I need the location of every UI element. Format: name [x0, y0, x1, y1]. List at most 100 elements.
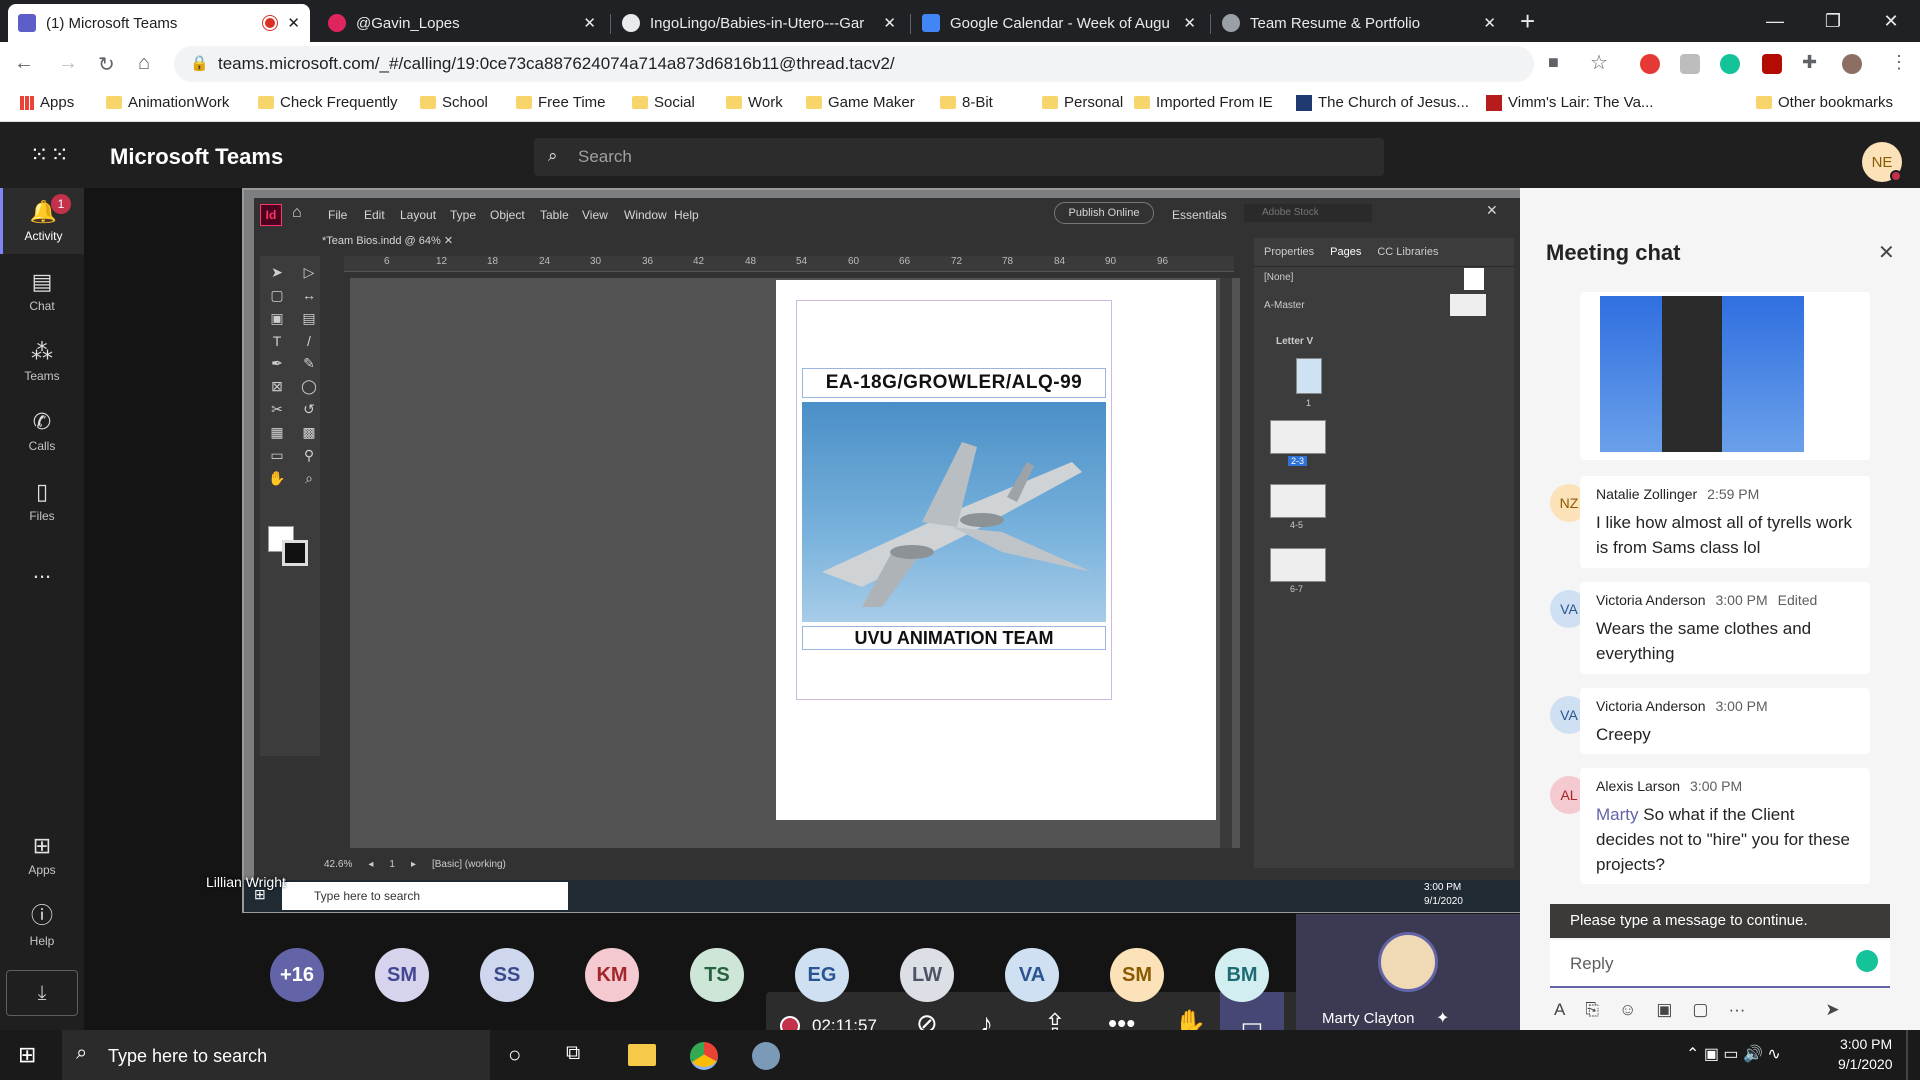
hand-tool-icon[interactable]: ✋: [264, 470, 290, 487]
extensions-puzzle-icon[interactable]: ✚: [1802, 52, 1817, 73]
rail-teams[interactable]: ⁂ Teams: [0, 328, 84, 394]
bookmark-folder[interactable]: AnimationWork: [106, 94, 229, 111]
bookmark-folder[interactable]: Imported From IE: [1134, 94, 1273, 111]
send-icon[interactable]: ➤: [1825, 1000, 1839, 1024]
acrobat-icon[interactable]: [1762, 54, 1782, 74]
chrome-icon[interactable]: [690, 1042, 718, 1070]
rail-more[interactable]: ...: [0, 538, 84, 604]
menu-dots-icon[interactable]: ⋮: [1890, 52, 1908, 73]
bookmark-folder[interactable]: Check Frequently: [258, 94, 398, 111]
participant-avatar[interactable]: VA: [1005, 948, 1059, 1002]
bookmark-folder[interactable]: Social: [632, 94, 695, 111]
type-tool-icon[interactable]: T: [264, 333, 290, 349]
emoji-icon[interactable]: ☺: [1619, 1000, 1636, 1024]
bookmark-folder[interactable]: Free Time: [516, 94, 606, 111]
close-tab-icon[interactable]: ✕: [287, 14, 300, 32]
direct-select-tool-icon[interactable]: ▷: [296, 264, 322, 281]
master-none[interactable]: [None]: [1264, 272, 1293, 283]
format-icon[interactable]: A: [1554, 1000, 1565, 1024]
pinned-app-icon[interactable]: [752, 1042, 780, 1070]
tab-cc-libraries[interactable]: CC Libraries: [1377, 246, 1438, 258]
spread-thumb[interactable]: [1270, 484, 1326, 518]
reply-input[interactable]: Reply: [1550, 940, 1890, 988]
clock-time[interactable]: 3:00 PM: [1840, 1036, 1892, 1052]
profile-avatar[interactable]: [1842, 54, 1862, 74]
spread-thumb[interactable]: [1270, 548, 1326, 582]
tab-github[interactable]: IngoLingo/Babies-in-Utero---Gar ✕: [612, 4, 906, 42]
tab-calendar[interactable]: Google Calendar - Week of Augu ✕: [912, 4, 1206, 42]
page-size-label[interactable]: Letter V: [1276, 336, 1313, 347]
tray-icons[interactable]: ⌃ ▣ ▭ 🔊 ∿: [1686, 1044, 1781, 1064]
menu-view[interactable]: View: [582, 208, 608, 222]
chat-message[interactable]: Alexis Larson 3:00 PM Marty So what if th…: [1580, 768, 1870, 884]
chat-message[interactable]: Natalie Zollinger 2:59 PM I like how almo…: [1580, 476, 1870, 568]
page-footer-frame[interactable]: UVU ANIMATION TEAM: [802, 626, 1106, 650]
download-app-icon[interactable]: ⤓: [6, 970, 78, 1016]
page-title-frame[interactable]: EA-18G/GROWLER/ALQ-99: [802, 368, 1106, 398]
close-tab-icon[interactable]: ✕: [1483, 14, 1496, 32]
close-icon[interactable]: ✕: [1878, 240, 1895, 265]
gif-icon[interactable]: ▣: [1656, 1000, 1672, 1024]
content-collector-icon[interactable]: ▣: [264, 310, 290, 327]
participant-avatar[interactable]: SS: [480, 948, 534, 1002]
forward-icon[interactable]: →: [58, 52, 78, 75]
show-desktop-button[interactable]: [1906, 1030, 1908, 1080]
extension-icon[interactable]: [1680, 54, 1700, 74]
chat-message[interactable]: Victoria Anderson 3:00 PM Edited Wears the…: [1580, 582, 1870, 674]
participant-avatar[interactable]: KM: [585, 948, 639, 1002]
rail-help[interactable]: ⓘ Help: [0, 890, 84, 956]
close-window-icon[interactable]: ✕: [1862, 0, 1920, 42]
rail-files[interactable]: ▯ Files: [0, 468, 84, 534]
pencil-tool-icon[interactable]: ✎: [296, 355, 322, 372]
page-thumb[interactable]: [1296, 358, 1322, 394]
bookmark-other[interactable]: Other bookmarks: [1756, 94, 1893, 111]
participant-avatar[interactable]: TS: [690, 948, 744, 1002]
home-icon[interactable]: ⌂: [138, 52, 150, 75]
bookmark-folder[interactable]: Personal: [1042, 94, 1123, 111]
home-icon[interactable]: ⌂: [292, 204, 302, 222]
self-view-tile[interactable]: Marty Clayton ✦: [1296, 914, 1520, 1030]
document-tab[interactable]: *Team Bios.indd @ 64% ✕: [322, 234, 472, 256]
mention-link[interactable]: Marty: [1596, 805, 1639, 824]
eyedropper-tool-icon[interactable]: ⚲: [296, 447, 322, 464]
participant-avatar[interactable]: EG: [795, 948, 849, 1002]
zoom-tool-icon[interactable]: ⌕: [296, 470, 322, 487]
grammarly-icon[interactable]: [1856, 950, 1878, 972]
page-nav-next-icon[interactable]: ▸: [411, 859, 416, 870]
stroke-swatch[interactable]: [282, 540, 308, 566]
participant-overflow[interactable]: +16: [270, 948, 324, 1002]
bookmark-link[interactable]: The Church of Jesus...: [1296, 94, 1469, 111]
participant-avatar[interactable]: LW: [900, 948, 954, 1002]
close-tab-icon[interactable]: ✕: [1183, 14, 1196, 32]
pen-tool-icon[interactable]: ✒: [264, 355, 290, 372]
preflight-status[interactable]: [Basic] (working): [432, 859, 506, 870]
tab-pages[interactable]: Pages: [1330, 246, 1361, 258]
gap-tool-icon[interactable]: ↔: [296, 287, 322, 304]
bookmark-folder[interactable]: 8-Bit: [940, 94, 993, 111]
bookmark-star-icon[interactable]: ☆: [1590, 50, 1608, 75]
menu-type[interactable]: Type: [450, 208, 476, 222]
spread-thumb[interactable]: [1270, 420, 1326, 454]
workspace-select[interactable]: Essentials: [1172, 208, 1227, 222]
image-message[interactable]: [1580, 292, 1870, 460]
tab-twitter[interactable]: @Gavin_Lopes ✕: [318, 4, 606, 42]
windows-start-icon[interactable]: ⊞: [18, 1042, 36, 1068]
participant-avatar[interactable]: SM: [375, 948, 429, 1002]
selection-tool-icon[interactable]: ➤: [264, 264, 290, 281]
restore-icon[interactable]: ❐: [1804, 0, 1862, 42]
page-nav-icon[interactable]: ◂: [368, 859, 373, 870]
scissors-tool-icon[interactable]: ✂: [264, 401, 290, 418]
bookmark-folder[interactable]: Work: [726, 94, 783, 111]
rail-activity[interactable]: 🔔 Activity 1: [0, 188, 84, 254]
line-tool-icon[interactable]: /: [296, 333, 322, 349]
rail-apps[interactable]: ⊞ Apps: [0, 822, 84, 888]
bookmark-link[interactable]: Vimm's Lair: The Va...: [1486, 94, 1653, 111]
more-options-icon[interactable]: ···: [1728, 1000, 1745, 1024]
attach-icon[interactable]: ⎘: [1585, 1000, 1599, 1024]
camera-icon[interactable]: ■: [1548, 52, 1559, 73]
app-launcher-icon[interactable]: ⁙⁙: [30, 142, 71, 168]
chat-message[interactable]: Victoria Anderson 3:00 PM Creepy: [1580, 688, 1870, 754]
bookmark-apps[interactable]: Apps: [20, 94, 74, 111]
stock-search-input[interactable]: Adobe Stock: [1244, 204, 1372, 222]
taskbar-search[interactable]: ⌕ Type here to search: [62, 1030, 490, 1080]
